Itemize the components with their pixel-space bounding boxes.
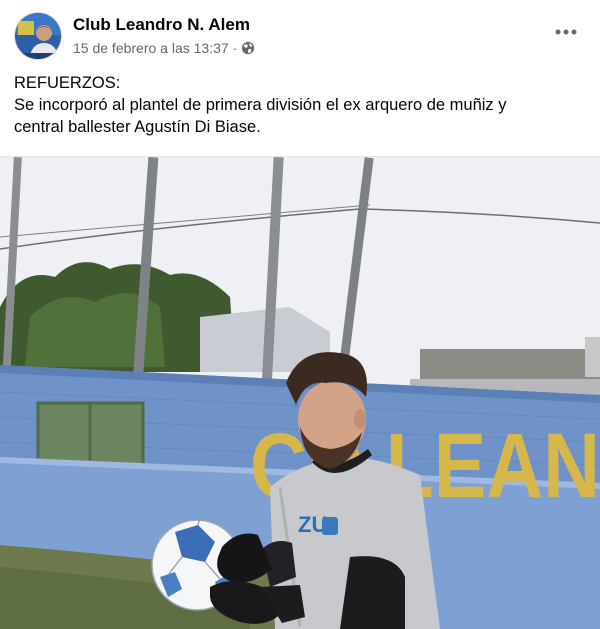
post-text-line: REFUERZOS:	[14, 74, 121, 92]
post-header: Club Leandro N. Alem 15 de febrero a las…	[14, 12, 586, 62]
post-message: REFUERZOS: Se incorporó al plantel de pr…	[14, 72, 582, 138]
post-meta: 15 de febrero a las 13:37 ·	[73, 39, 255, 57]
globe-icon[interactable]	[241, 41, 255, 55]
page-avatar[interactable]	[14, 12, 62, 60]
page-name-link[interactable]: Club Leandro N. Alem	[73, 15, 250, 35]
post-timestamp[interactable]: 15 de febrero a las 13:37	[73, 40, 229, 56]
more-options-button[interactable]	[552, 22, 580, 42]
facebook-post: Club Leandro N. Alem 15 de febrero a las…	[0, 0, 600, 629]
post-text-line: central ballester Agustín Di Biase.	[14, 118, 261, 136]
goalkeeper-photo: CD LEAN ZU	[0, 157, 600, 629]
avatar-image	[15, 13, 61, 59]
more-options-icon	[555, 29, 577, 35]
meta-separator: ·	[232, 40, 238, 56]
post-photo[interactable]: CD LEAN ZU	[0, 156, 600, 629]
post-text-line: Se incorporó al plantel de primera divis…	[14, 96, 507, 114]
